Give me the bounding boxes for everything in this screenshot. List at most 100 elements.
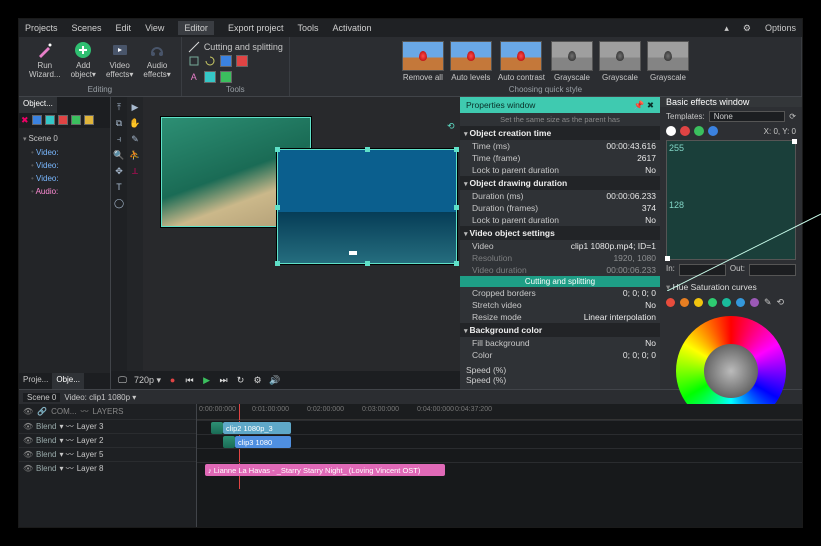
- shape-icon[interactable]: ◯: [113, 197, 125, 209]
- object-video-1[interactable]: Video:: [23, 146, 106, 159]
- reset-icon[interactable]: ⟲: [777, 297, 785, 308]
- props-hint[interactable]: Set the same size as the parent has: [460, 113, 660, 126]
- crop-icon[interactable]: [188, 55, 200, 67]
- tool-icon-2[interactable]: [236, 55, 248, 67]
- section-creation[interactable]: Object creation time: [460, 126, 660, 140]
- white-dot-icon[interactable]: [666, 126, 676, 136]
- menu-edit[interactable]: Edit: [116, 23, 132, 33]
- obj-tool-2[interactable]: [45, 115, 55, 125]
- stretch-value[interactable]: No: [645, 300, 656, 310]
- clip-preview-2[interactable]: [277, 149, 457, 264]
- current-clip[interactable]: Video: clip1 1080p ▾: [64, 393, 136, 402]
- style-grayscale-2[interactable]: Grayscale: [599, 41, 641, 82]
- menu-activation[interactable]: Activation: [332, 23, 371, 33]
- resize-value[interactable]: Linear interpolation: [584, 312, 656, 322]
- person-icon[interactable]: ⛹: [129, 149, 141, 161]
- green-dot-icon[interactable]: [694, 126, 704, 136]
- preview-canvas[interactable]: ⟲: [147, 101, 456, 367]
- delete-icon[interactable]: ✖: [21, 115, 29, 126]
- hue-dot-3[interactable]: [694, 298, 703, 307]
- time-frame-value[interactable]: 2617: [637, 153, 656, 163]
- section-videoset[interactable]: Video object settings: [460, 226, 660, 240]
- timeline-clip-2[interactable]: clip3 1080: [235, 436, 291, 448]
- hue-dot-6[interactable]: [736, 298, 745, 307]
- color-value[interactable]: 0; 0; 0; 0: [623, 350, 656, 360]
- wave-icon[interactable]: 〰: [80, 406, 88, 417]
- dur-ms-value[interactable]: 00:00:06.233: [606, 191, 656, 201]
- ruler-icon[interactable]: ⟂: [129, 165, 141, 177]
- obj-tool-3[interactable]: [58, 115, 68, 125]
- settings-icon[interactable]: ⚙: [252, 375, 263, 386]
- menu-scenes[interactable]: Scenes: [72, 23, 102, 33]
- hue-dot-5[interactable]: [722, 298, 731, 307]
- move-icon[interactable]: ✥: [113, 165, 125, 177]
- section-bg[interactable]: Background color: [460, 323, 660, 337]
- object-audio-1[interactable]: Audio:: [23, 185, 106, 198]
- hand-icon[interactable]: ✋: [129, 117, 141, 129]
- scene-crumb[interactable]: Scene 0: [23, 393, 60, 402]
- refresh-icon[interactable]: ⟳: [789, 112, 796, 121]
- cutting-band[interactable]: Cutting and splitting: [460, 276, 660, 287]
- volume-icon[interactable]: 🔊: [269, 375, 280, 386]
- object-video-2[interactable]: Video:: [23, 159, 106, 172]
- objects-bottom-tab[interactable]: Obje...: [52, 373, 84, 389]
- menu-projects[interactable]: Projects: [25, 23, 58, 33]
- rotate-icon[interactable]: [204, 55, 216, 67]
- menu-tools[interactable]: Tools: [297, 23, 318, 33]
- pencil-icon[interactable]: ✎: [764, 297, 772, 308]
- play-icon[interactable]: ▶: [201, 375, 212, 386]
- time-ms-value[interactable]: 00:00:43.616: [606, 141, 656, 151]
- options-label[interactable]: Options: [765, 23, 796, 33]
- layer-row-2[interactable]: 👁Blend▾ 〰Layer 2: [19, 433, 196, 447]
- record-icon[interactable]: ●: [167, 375, 178, 386]
- timeline-clip-1[interactable]: clip2 1080p_3: [223, 422, 291, 434]
- hue-dot-2[interactable]: [680, 298, 689, 307]
- style-auto-contrast[interactable]: Auto contrast: [498, 41, 545, 82]
- menu-export[interactable]: Export project: [228, 23, 284, 33]
- video-effects-button[interactable]: Video effects▾: [102, 41, 137, 79]
- cutting-splitting-label[interactable]: Cutting and splitting: [204, 42, 283, 52]
- align-top-icon[interactable]: ⤒: [113, 101, 125, 113]
- timeline-ruler[interactable]: 0:00:00:000 0:01:00:000 0:02:00:000 0:03…: [197, 404, 802, 420]
- zoom-icon[interactable]: 🔍: [113, 149, 125, 161]
- blue-dot-icon[interactable]: [708, 126, 718, 136]
- crop-value[interactable]: 0; 0; 0; 0: [623, 288, 656, 298]
- clip-thumb-1[interactable]: [211, 422, 223, 434]
- text-icon[interactable]: T: [113, 181, 125, 193]
- obj-tool-4[interactable]: [71, 115, 81, 125]
- align-icon[interactable]: ⫞: [113, 133, 125, 145]
- style-grayscale-1[interactable]: Grayscale: [551, 41, 593, 82]
- clip-thumb-2[interactable]: [223, 436, 235, 448]
- layers-group[interactable]: LAYERS: [92, 407, 123, 416]
- run-wizard-button[interactable]: Run Wizard...: [25, 41, 65, 79]
- layer-row-5[interactable]: 👁Blend▾ 〰Layer 5: [19, 447, 196, 461]
- link-icon[interactable]: 🔗: [37, 407, 47, 416]
- tool-icon-3[interactable]: [204, 71, 216, 83]
- tree-icon[interactable]: ⧉: [113, 117, 125, 129]
- resolution-select[interactable]: 720p ▾: [134, 375, 161, 386]
- video-value[interactable]: clip1 1080p.mp4; ID=1: [571, 241, 656, 251]
- add-object-button[interactable]: Add object▾: [67, 41, 100, 79]
- expand-icon[interactable]: ▴: [724, 23, 729, 34]
- obj-tool-1[interactable]: [32, 115, 42, 125]
- timeline-audio-clip[interactable]: ♪Lianne La Havas - _Starry Starry Night_…: [205, 464, 445, 476]
- dur-frame-value[interactable]: 374: [642, 203, 656, 213]
- objects-tab[interactable]: Object...: [19, 97, 57, 113]
- loop-icon[interactable]: ↻: [235, 375, 246, 386]
- fill-value[interactable]: No: [645, 338, 656, 348]
- close-icon[interactable]: ✖: [647, 100, 654, 110]
- cursor-icon[interactable]: ▶: [129, 101, 141, 113]
- lock-parent-2-value[interactable]: No: [645, 215, 656, 225]
- monitor-icon[interactable]: 🖵: [117, 375, 128, 386]
- lock-parent-1-value[interactable]: No: [645, 165, 656, 175]
- templates-select[interactable]: None: [709, 111, 786, 122]
- obj-tool-5[interactable]: [84, 115, 94, 125]
- layer-row-3[interactable]: 👁Blend▾ 〰Layer 3: [19, 419, 196, 433]
- skip-back-icon[interactable]: ⏮: [184, 375, 195, 386]
- skip-fwd-icon[interactable]: ⏭: [218, 375, 229, 386]
- style-remove-all[interactable]: Remove all: [402, 41, 444, 82]
- section-drawing[interactable]: Object drawing duration: [460, 176, 660, 190]
- audio-effects-button[interactable]: Audio effects▾: [139, 41, 174, 79]
- red-dot-icon[interactable]: [680, 126, 690, 136]
- scene-node[interactable]: Scene 0: [23, 132, 106, 146]
